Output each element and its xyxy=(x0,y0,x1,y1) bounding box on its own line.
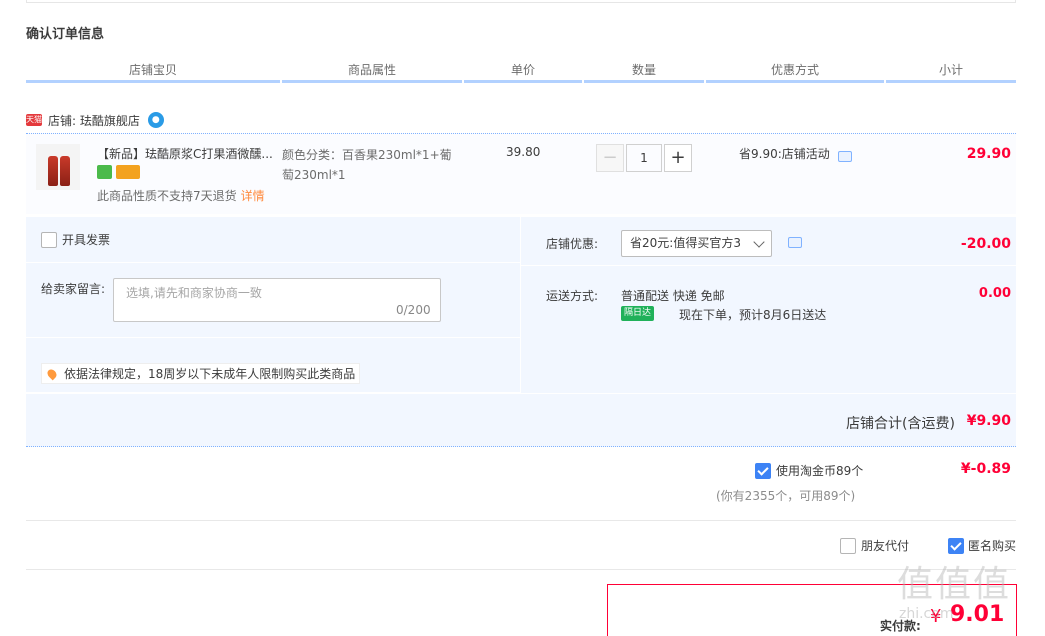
shop-discount-label: 店铺优惠: xyxy=(546,237,599,251)
shop-row: 天猫 店铺: 珐酷旗舰店 ● xyxy=(26,111,164,129)
anonymous-option[interactable]: 匿名购买 xyxy=(948,537,1016,554)
column-header-quantity: 数量 xyxy=(584,61,704,83)
anonymous-checkbox[interactable] xyxy=(948,537,964,554)
shop-total-label: 店铺合计(含运费) xyxy=(846,416,955,432)
shipping-fee: 0.00 xyxy=(978,286,1011,301)
coin-label: 使用淘金币89个 xyxy=(776,464,864,478)
friend-pay-option[interactable]: 朋友代付 xyxy=(840,537,909,554)
page-title: 确认订单信息 xyxy=(26,27,105,42)
product-thumbnail[interactable] xyxy=(36,144,80,190)
watermark-logo: 值值值 xyxy=(897,564,1012,605)
message-char-counter: 0/200 xyxy=(396,303,431,317)
bottle-icon xyxy=(48,156,58,186)
detail-link[interactable]: 详情 xyxy=(241,189,265,203)
shop-name-link[interactable]: 店铺: 珐酷旗舰店 xyxy=(48,112,140,129)
shop-coupon-selected: 省20元:值得买官方3 xyxy=(630,236,741,250)
coin-option[interactable]: 使用淘金币89个 xyxy=(755,462,863,479)
message-label: 给卖家留言: xyxy=(41,282,106,296)
quantity-stepper: − 1 + xyxy=(596,144,692,172)
item-subtotal: 29.90 xyxy=(966,146,1011,162)
column-header-subtotal: 小计 xyxy=(886,61,1016,83)
column-header-attributes: 商品属性 xyxy=(282,61,462,83)
coin-balance-note: (你有2355个，可用89个) xyxy=(716,489,856,503)
friend-pay-checkbox[interactable] xyxy=(840,537,856,554)
item-promotion: 省9.90:店铺活动 xyxy=(739,147,830,161)
card-badge-icon xyxy=(116,165,140,179)
next-day-badge: 隔日达 xyxy=(621,306,655,321)
divider xyxy=(521,265,1016,266)
invoice-checkbox[interactable] xyxy=(41,231,57,248)
unit-price: 39.80 xyxy=(506,145,541,159)
chat-seller-icon[interactable]: ● xyxy=(147,112,164,128)
shop-total-value: ¥9.90 xyxy=(966,413,1011,429)
bottle-icon xyxy=(60,156,70,186)
table-header: 店铺宝贝 商品属性 单价 数量 优惠方式 小计 xyxy=(26,61,1016,83)
divider xyxy=(26,337,520,338)
column-header-discount: 优惠方式 xyxy=(706,61,884,83)
return-policy-text: 此商品性质不支持7天退货 xyxy=(97,189,237,203)
anonymous-label: 匿名购买 xyxy=(968,539,1017,553)
friend-pay-label: 朋友代付 xyxy=(861,539,910,553)
coin-checkbox[interactable] xyxy=(755,462,771,479)
delivery-eta: 现在下单，预计8月6日送达 xyxy=(679,308,827,322)
product-attributes: 颜色分类：百香果230ml*1+葡萄230ml*1 xyxy=(282,148,452,182)
chevron-down-icon xyxy=(753,236,765,248)
promo-info-icon[interactable] xyxy=(838,151,852,162)
invoice-label: 开具发票 xyxy=(62,233,111,247)
divider xyxy=(26,520,1016,521)
return-policy-note: 此商品性质不支持7天退货 详情 xyxy=(97,187,265,204)
shipping-label: 运送方式: xyxy=(546,289,599,303)
coin-deduction: ¥-0.89 xyxy=(960,461,1011,477)
previous-section-box xyxy=(26,0,1016,3)
watermark-url: zhi.com xyxy=(899,606,954,622)
message-placeholder: 选填,请先和商家协商一致 xyxy=(126,286,262,300)
column-header-shop-item: 店铺宝贝 xyxy=(26,61,280,83)
age-restriction-notice: 依据法律规定，18周岁以下未成年人限制购买此类商品 xyxy=(41,363,361,384)
service-badge-icon xyxy=(97,165,112,179)
tmall-icon: 天猫 xyxy=(26,114,42,126)
invoice-option[interactable]: 开具发票 xyxy=(41,231,110,248)
age-restriction-text: 依据法律规定，18周岁以下未成年人限制购买此类商品 xyxy=(64,367,356,381)
coupon-info-icon[interactable] xyxy=(788,237,802,248)
column-header-price: 单价 xyxy=(464,61,582,83)
product-name-link[interactable]: 【新品】珐酷原浆C打果酒微醺... xyxy=(97,145,275,162)
quantity-input[interactable]: 1 xyxy=(626,144,662,172)
decrease-button[interactable]: − xyxy=(596,144,624,172)
divider xyxy=(26,569,1016,570)
shop-coupon-select[interactable]: 省20元:值得买官方3 xyxy=(621,230,772,257)
shop-discount-value: -20.00 xyxy=(960,236,1011,252)
shipping-method: 普通配送 快递 免邮 xyxy=(621,289,725,303)
increase-button[interactable]: + xyxy=(664,144,692,172)
location-pin-icon xyxy=(45,367,59,380)
divider xyxy=(26,262,520,263)
